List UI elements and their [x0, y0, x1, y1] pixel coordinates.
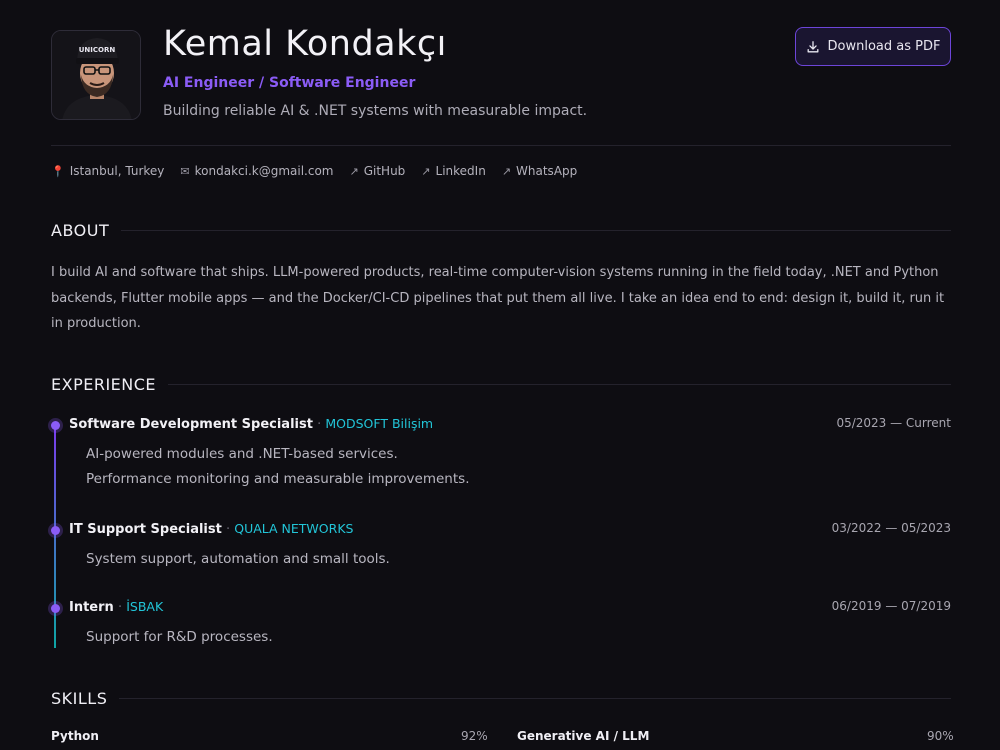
resume-page: UNICORN Kemal Kondakçı AI Engineer / Sof…: [51, 0, 954, 750]
section-rule: [121, 230, 951, 231]
job-description: AI-powered modules and .NET-based servic…: [86, 442, 469, 492]
contact-location: 📍 Istanbul, Turkey: [51, 164, 164, 178]
job-title: IT Support Specialist: [69, 522, 222, 537]
skill-percentage: 92%: [461, 729, 488, 743]
job-heading: IT Support Specialist · QUALA NETWORKS: [69, 521, 353, 537]
github-link-text: GitHub: [363, 164, 406, 178]
job-bullet: System support, automation and small too…: [86, 551, 390, 567]
linkedin-link-text: LinkedIn: [435, 164, 486, 178]
cap-logo-text: UNICORN: [79, 46, 116, 54]
download-icon: [807, 40, 818, 52]
experience-section-heading: EXPERIENCE: [51, 375, 951, 394]
header-divider: [51, 145, 951, 146]
avatar: UNICORN: [51, 30, 141, 120]
job-heading: Intern · İSBAK: [69, 599, 163, 615]
job-bullet: Performance monitoring and measurable im…: [86, 471, 470, 487]
about-line: backends, Flutter mobile apps — and the …: [51, 290, 945, 306]
timeline-line: [54, 423, 56, 648]
contact-location-text: Istanbul, Turkey: [69, 164, 165, 178]
contact-email-link[interactable]: ✉ kondakci.k@gmail.com: [180, 164, 333, 178]
about-line: in production.: [51, 316, 141, 331]
about-text: I build AI and software that ships. LLM-…: [51, 260, 951, 337]
linkedin-link[interactable]: ↗ LinkedIn: [421, 164, 486, 178]
whatsapp-link[interactable]: ↗ WhatsApp: [502, 164, 577, 178]
job-title: Intern: [69, 600, 114, 615]
section-rule: [168, 384, 951, 385]
job-dates: 06/2019 — 07/2019: [831, 599, 951, 613]
company-name: İSBAK: [126, 599, 164, 614]
tagline: Building reliable AI & .NET systems with…: [163, 103, 588, 119]
skill-name: Python: [51, 729, 99, 743]
company-name: MODSOFT Bilişim: [325, 416, 434, 431]
download-pdf-button[interactable]: Download as PDF: [795, 27, 951, 66]
download-pdf-label: Download as PDF: [827, 39, 941, 54]
separator-dot: ·: [117, 600, 127, 615]
job-dates: 03/2022 — 05/2023: [831, 521, 951, 535]
whatsapp-link-text: WhatsApp: [516, 164, 578, 178]
company-name: QUALA NETWORKS: [234, 521, 354, 536]
timeline-dot: [51, 421, 60, 430]
external-link-icon: ↗: [421, 164, 431, 178]
skill-item: Generative AI / LLM 90%: [517, 729, 954, 743]
about-line: I build AI and software that ships. LLM-…: [51, 265, 939, 280]
github-link[interactable]: ↗ GitHub: [349, 164, 405, 178]
contact-email-text: kondakci.k@gmail.com: [194, 164, 334, 178]
job-role: AI Engineer / Software Engineer: [163, 75, 416, 91]
timeline-dot: [51, 526, 60, 535]
job-bullet: Support for R&D processes.: [86, 629, 273, 645]
job-description: Support for R&D processes.: [86, 625, 273, 650]
section-rule: [119, 698, 951, 699]
experience-title: EXPERIENCE: [51, 375, 157, 394]
skill-item: Python 92%: [51, 729, 488, 743]
external-link-icon: ↗: [501, 164, 512, 178]
skills-title: SKILLS: [51, 689, 108, 708]
location-pin-icon: 📍: [51, 164, 65, 178]
profile-photo: UNICORN: [52, 31, 140, 119]
skills-section-heading: SKILLS: [51, 689, 951, 708]
about-section-heading: ABOUT: [51, 221, 951, 240]
skill-name: Generative AI / LLM: [517, 729, 650, 743]
page-title: Kemal Kondakçı: [163, 24, 447, 64]
external-link-icon: ↗: [349, 164, 359, 178]
job-description: System support, automation and small too…: [86, 547, 390, 572]
skill-percentage: 90%: [927, 729, 954, 743]
about-title: ABOUT: [51, 221, 110, 240]
job-dates: 05/2023 — Current: [836, 416, 951, 430]
separator-dot: ·: [225, 522, 235, 537]
contact-row: 📍 Istanbul, Turkey ✉ kondakci.k@gmail.co…: [51, 164, 577, 178]
job-bullet: AI-powered modules and .NET-based servic…: [86, 446, 398, 462]
job-title: Software Development Specialist: [69, 417, 313, 432]
timeline-dot: [51, 604, 60, 613]
job-heading: Software Development Specialist · MODSOF…: [69, 416, 433, 432]
mail-icon: ✉: [180, 164, 190, 178]
